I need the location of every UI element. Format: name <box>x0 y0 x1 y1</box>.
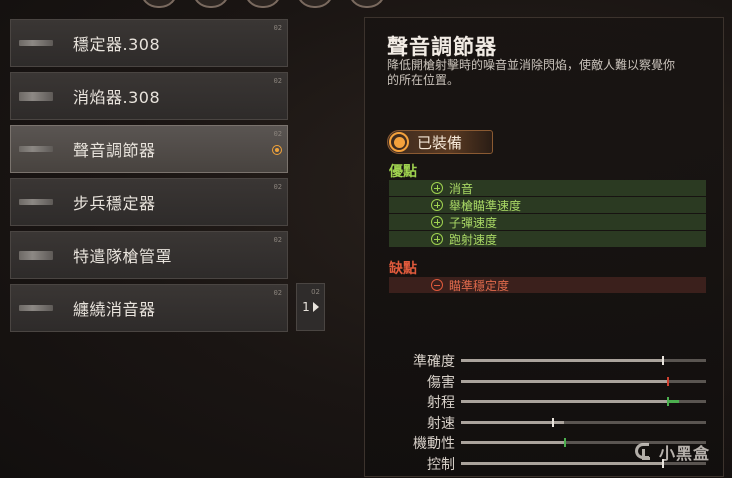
attachment-thumbnail-icon <box>19 199 53 205</box>
stat-name: 準確度 <box>413 354 455 370</box>
equipped-badge[interactable]: 已裝備 <box>387 130 493 154</box>
stat-bar <box>461 356 706 365</box>
attachment-thumbnail-icon <box>19 250 53 260</box>
stat-bar-fill <box>461 379 667 383</box>
pro-item: 消音 <box>389 180 706 196</box>
attachment-tag: 02 <box>273 289 282 297</box>
stat-bar-marker <box>667 376 669 386</box>
attachment-tag: 02 <box>273 130 282 138</box>
attachment-thumbnail-icon <box>19 91 53 101</box>
equipped-label: 已裝備 <box>417 133 463 152</box>
stat-bar-marker <box>552 417 554 427</box>
page-number: 1 <box>302 300 310 314</box>
category-tab[interactable] <box>244 0 282 8</box>
stat-name: 傷害 <box>427 374 455 391</box>
stat-row: 準確度 <box>389 349 709 370</box>
attachment-thumbnail-icon <box>19 146 53 152</box>
plus-circle-icon <box>431 233 443 245</box>
minus-circle-icon <box>431 279 443 291</box>
stat-row: 傷害 <box>389 370 709 391</box>
xiaoheihe-logo-icon <box>632 441 654 463</box>
attachment-label: 步兵穩定器 <box>73 194 156 213</box>
attachment-item-flash-hider[interactable]: 消焰器.308 02 <box>10 72 288 120</box>
attachment-item-barrel-shroud[interactable]: 特遣隊槍管罩 02 <box>10 231 288 279</box>
stat-bar-marker <box>564 438 566 447</box>
attachment-tag: 02 <box>273 77 282 85</box>
attachment-tag: 02 <box>273 24 282 32</box>
pager-tag: 02 <box>311 288 320 296</box>
attachment-list: 穩定器.308 02 消焰器.308 02 聲音調節器 02 步兵穩定器 02 … <box>10 19 288 337</box>
pro-item: 跑射速度 <box>389 231 706 247</box>
plus-circle-icon <box>431 182 443 194</box>
watermark-text: 小黑盒 <box>658 444 710 463</box>
stat-bar <box>461 376 706 386</box>
attachment-item-infantry-stabilizer[interactable]: 步兵穩定器 02 <box>10 178 288 226</box>
stat-bar-fill <box>461 359 662 362</box>
stat-bar <box>461 397 706 406</box>
attachment-label: 聲音調節器 <box>73 141 156 160</box>
stat-name: 控制 <box>427 456 455 473</box>
category-tab[interactable] <box>296 0 334 8</box>
equipped-indicator-icon <box>272 145 282 155</box>
stat-bar-marker <box>667 397 669 406</box>
attachment-thumbnail-icon <box>19 305 53 311</box>
con-item: 瞄準穩定度 <box>389 277 706 293</box>
cons-list: 瞄準穩定度 <box>389 277 706 293</box>
category-tab[interactable] <box>140 0 178 8</box>
attachment-detail-panel: 聲音調節器 降低開槍射擊時的噪音並消除閃焰，使敵人難以察覺你的所在位置。 已裝備… <box>364 17 724 477</box>
stat-name: 機動性 <box>413 436 455 452</box>
attachment-tag: 02 <box>273 183 282 191</box>
con-text: 瞄準穩定度 <box>449 278 510 293</box>
attachment-label: 穩定器.308 <box>73 35 161 54</box>
pro-text: 消音 <box>449 181 474 196</box>
stat-bar-fill <box>461 420 552 424</box>
detail-title: 聲音調節器 <box>387 35 497 59</box>
attachment-label: 纏繞消音器 <box>73 300 156 319</box>
cons-heading: 缺點 <box>389 261 417 277</box>
pro-item: 舉槍瞄準速度 <box>389 197 706 213</box>
plus-circle-icon <box>431 199 443 211</box>
attachment-item-wrapped-suppressor[interactable]: 纏繞消音器 02 <box>10 284 288 332</box>
page-next-button[interactable]: 02 1 <box>296 283 325 331</box>
stat-row: 射程 <box>389 390 709 411</box>
stat-bar-fill <box>461 400 667 403</box>
pros-heading: 優點 <box>389 164 417 180</box>
attachment-item-stabilizer[interactable]: 穩定器.308 02 <box>10 19 288 67</box>
pro-item: 子彈速度 <box>389 214 706 230</box>
stat-name: 射程 <box>427 395 455 411</box>
stat-bar <box>461 417 706 427</box>
pro-text: 子彈速度 <box>449 215 498 230</box>
stat-bar-marker <box>662 356 664 365</box>
watermark: 小黑盒 <box>632 440 710 464</box>
stat-row: 射速 <box>389 411 709 432</box>
pro-text: 舉槍瞄準速度 <box>449 198 522 213</box>
attachment-thumbnail-icon <box>19 40 53 46</box>
category-tab[interactable] <box>192 0 230 8</box>
attachment-label: 特遣隊槍管罩 <box>73 247 173 266</box>
detail-description: 降低開槍射擊時的噪音並消除閃焰，使敵人難以察覺你的所在位置。 <box>387 58 676 87</box>
plus-circle-icon <box>431 216 443 228</box>
equipped-ring-icon <box>389 132 409 152</box>
attachment-item-sound-suppressor[interactable]: 聲音調節器 02 <box>10 125 288 173</box>
pro-text: 跑射速度 <box>449 232 498 247</box>
attachment-label: 消焰器.308 <box>73 88 161 107</box>
stat-name: 射速 <box>427 415 455 432</box>
pros-list: 消音 舉槍瞄準速度 子彈速度 跑射速度 <box>389 180 706 248</box>
stat-bar-fill <box>461 441 564 444</box>
category-tab[interactable] <box>348 0 386 8</box>
top-tab-row <box>140 0 386 8</box>
arrow-right-icon <box>312 302 319 312</box>
attachment-tag: 02 <box>273 236 282 244</box>
